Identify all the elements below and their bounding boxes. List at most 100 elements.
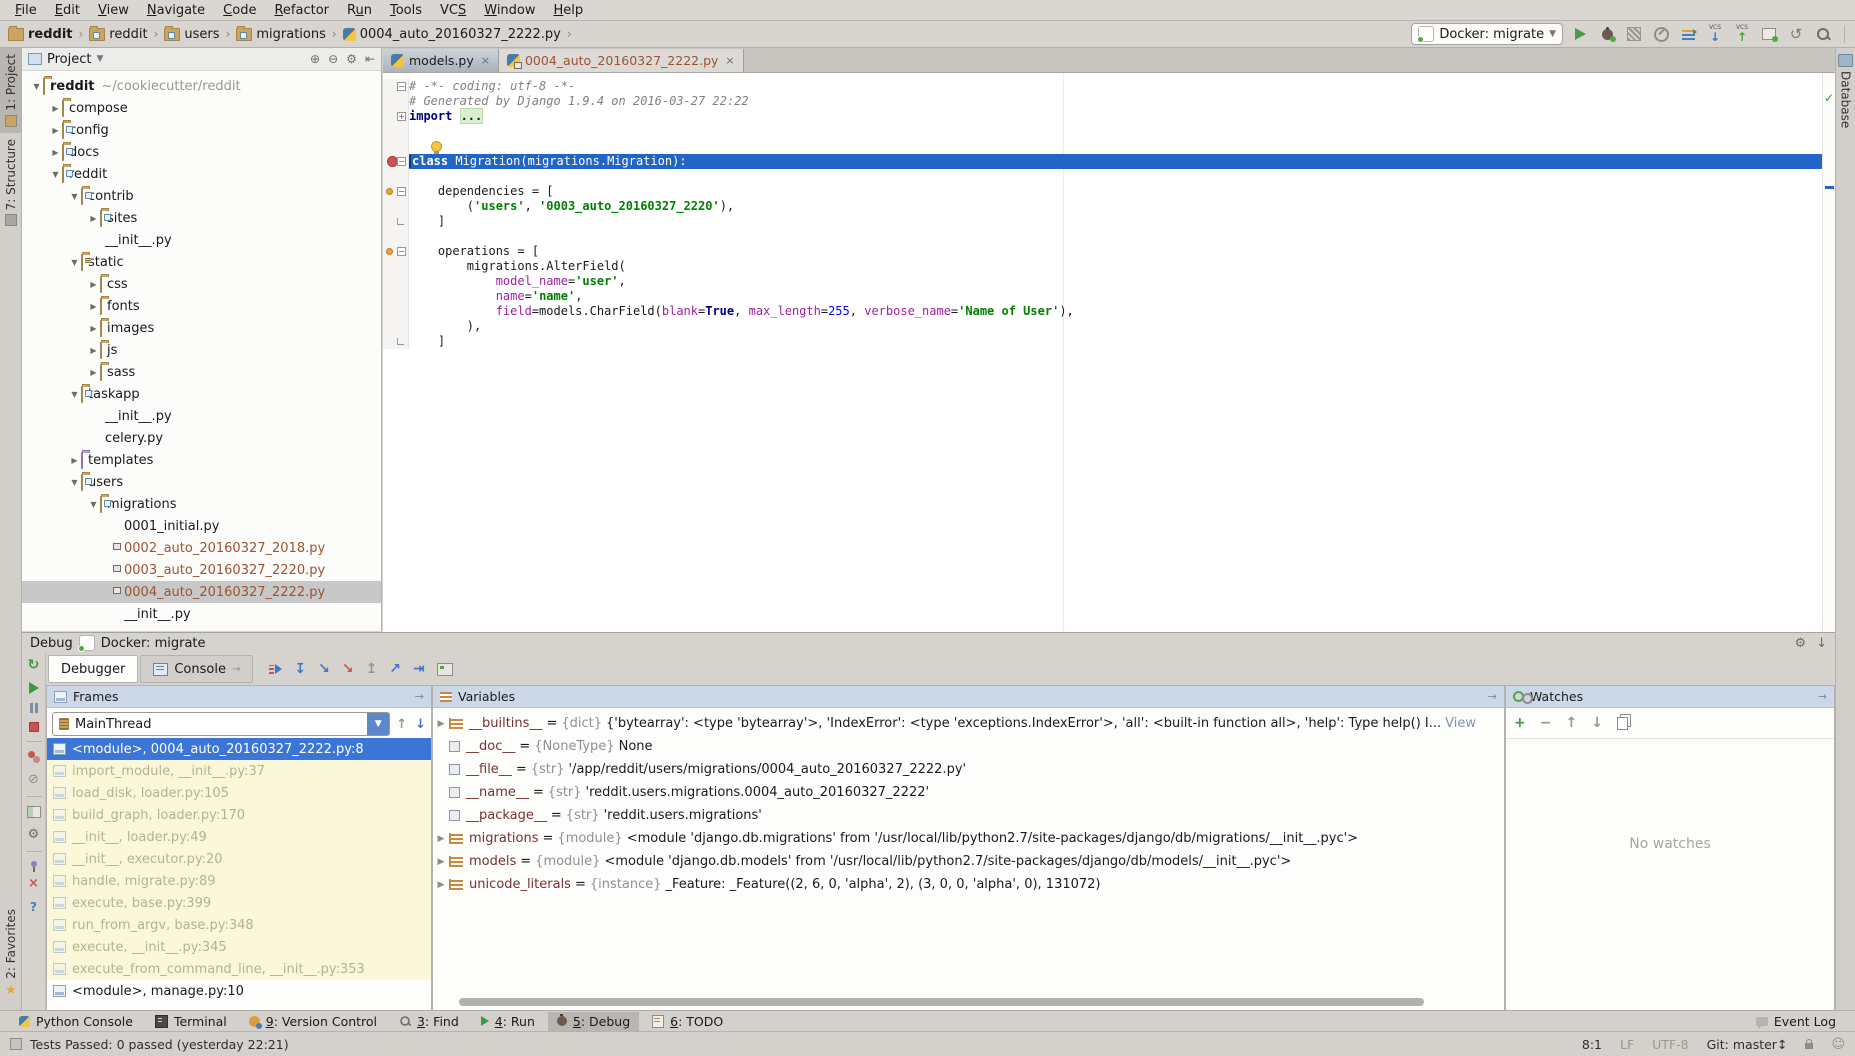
vcs-branch[interactable]: Git: master↕ xyxy=(1707,1037,1788,1052)
tree-item-celery-py[interactable]: celery.py xyxy=(22,427,381,449)
chevron-collapsed-icon[interactable]: ▶ xyxy=(433,880,449,890)
intention-bulb-icon[interactable] xyxy=(431,141,442,152)
menu-item-run[interactable]: Run xyxy=(338,2,381,19)
variable-row[interactable]: ▶__builtins__={dict}{'bytearray': <type … xyxy=(433,712,1504,735)
coverage-icon[interactable] xyxy=(1624,24,1644,44)
chevron-collapsed-icon[interactable]: ▶ xyxy=(49,148,62,157)
hide-panel-icon[interactable]: ↓ xyxy=(1816,636,1827,651)
frame-row[interactable]: load_disk, loader.py:105 xyxy=(47,782,431,804)
code-line[interactable]: model_name='user', xyxy=(383,274,1823,289)
float-panel-icon[interactable]: → xyxy=(1818,690,1827,703)
tree-item-reddit[interactable]: ▼reddit xyxy=(22,163,381,185)
line-ending[interactable]: LF xyxy=(1620,1037,1634,1052)
view-breakpoints-icon[interactable] xyxy=(28,751,40,763)
toolwindow-button-python-console[interactable]: Python Console xyxy=(10,1012,142,1031)
caret-position[interactable]: 8:1 xyxy=(1582,1037,1602,1052)
variable-row[interactable]: __name__={str}'reddit.users.migrations.0… xyxy=(433,781,1504,804)
sidebar-tab-7-structure[interactable]: 7: Structure xyxy=(0,133,21,232)
profiler-icon[interactable] xyxy=(1651,24,1671,44)
toolwindow-button-3-find[interactable]: 3: Find xyxy=(390,1012,468,1031)
chevron-collapsed-icon[interactable]: ▶ xyxy=(87,346,100,355)
breadcrumb-item[interactable]: reddit xyxy=(87,27,149,42)
chevron-expanded-icon[interactable]: ▼ xyxy=(68,390,81,399)
code-line[interactable]: field=models.CharField(blank=True, max_l… xyxy=(383,304,1823,319)
fold-marker-icon[interactable]: − xyxy=(397,187,406,196)
tree-item-templates[interactable]: ▶templates xyxy=(22,449,381,471)
breadcrumb-item[interactable]: users xyxy=(162,27,221,42)
menu-item-file[interactable]: File xyxy=(6,2,46,19)
frame-row[interactable]: execute, __init__.py:345 xyxy=(47,936,431,958)
debug-icon[interactable] xyxy=(1597,24,1617,44)
search-icon[interactable] xyxy=(1813,24,1833,44)
fold-marker-icon[interactable]: + xyxy=(397,112,406,121)
variable-row[interactable]: ▶unicode_literals={instance}_Feature: _F… xyxy=(433,873,1504,896)
chevron-collapsed-icon[interactable]: ▶ xyxy=(433,834,449,844)
menu-item-refactor[interactable]: Refactor xyxy=(265,2,338,19)
restore-layout-icon[interactable] xyxy=(27,806,41,818)
tree-item-fonts[interactable]: ▶fonts xyxy=(22,295,381,317)
code-line[interactable]: ] xyxy=(383,214,1823,229)
frame-row[interactable]: execute_from_command_line, __init__.py:3… xyxy=(47,958,431,980)
resume-icon[interactable] xyxy=(29,682,39,694)
code-line[interactable] xyxy=(383,169,1823,184)
toolwindow-button-4-run[interactable]: 4: Run xyxy=(472,1012,544,1031)
tree-item-sass[interactable]: ▶sass xyxy=(22,361,381,383)
tree-item-0002_auto_20160327_2018-py[interactable]: 0002_auto_20160327_2018.py xyxy=(22,537,381,559)
variable-row[interactable]: __doc__={NoneType}None xyxy=(433,735,1504,758)
chevron-collapsed-icon[interactable]: ▶ xyxy=(433,857,449,867)
settings-icon[interactable]: ⚙ xyxy=(1794,636,1806,651)
frame-row[interactable]: build_graph, loader.py:170 xyxy=(47,804,431,826)
editor-content[interactable]: −# -*- coding: utf-8 -*-# Generated by D… xyxy=(383,73,1835,632)
pause-icon[interactable] xyxy=(30,703,38,713)
tree-item-0003_auto_20160327_2220-py[interactable]: 0003_auto_20160327_2220.py xyxy=(22,559,381,581)
thread-dump-icon[interactable] xyxy=(1678,24,1698,44)
debug-tab-debugger[interactable]: Debugger xyxy=(48,655,138,683)
move-down-icon[interactable]: ↓ xyxy=(1591,715,1603,731)
settings-icon[interactable]: ⚙ xyxy=(346,52,357,66)
collapse-all-icon[interactable]: ⊖ xyxy=(328,52,338,66)
debug-tab-console[interactable]: Console→ xyxy=(140,655,253,683)
chevron-down-icon[interactable]: ▼ xyxy=(96,54,103,64)
close-icon[interactable]: × xyxy=(725,54,734,67)
code-line[interactable] xyxy=(383,124,1823,139)
tree-item-reddit[interactable]: ▼reddit~/cookiecutter/reddit xyxy=(22,75,381,97)
variable-row[interactable]: ▶migrations={module}<module 'django.db.m… xyxy=(433,827,1504,850)
tree-item-css[interactable]: ▶css xyxy=(22,273,381,295)
float-panel-icon[interactable]: → xyxy=(415,690,424,703)
mute-breakpoints-icon[interactable]: ⊘ xyxy=(28,772,39,787)
tree-item-compose[interactable]: ▶compose xyxy=(22,97,381,119)
tree-item-static[interactable]: ▼static xyxy=(22,251,381,273)
add-watch-icon[interactable]: + xyxy=(1514,715,1526,731)
chevron-collapsed-icon[interactable]: ▶ xyxy=(87,214,100,223)
evaluate-expression-icon[interactable] xyxy=(437,663,453,676)
tree-item-migrations[interactable]: ▼migrations xyxy=(22,493,381,515)
toolwindow-button-6-todo[interactable]: 6: TODO xyxy=(643,1012,732,1031)
remove-watch-icon[interactable]: − xyxy=(1540,715,1552,731)
pin-icon[interactable] xyxy=(31,861,37,867)
step-out-icon[interactable]: ↥ xyxy=(366,661,378,677)
frame-row[interactable]: import_module, __init__.py:37 xyxy=(47,760,431,782)
duplicate-icon[interactable] xyxy=(1617,717,1628,730)
tree-item-js[interactable]: ▶js xyxy=(22,339,381,361)
toolwindow-button-5-debug[interactable]: 5: Debug xyxy=(548,1012,639,1031)
status-message[interactable]: Tests Passed: 0 passed (yesterday 22:21) xyxy=(30,1037,289,1052)
tree-item-__init__-py[interactable]: __init__.py xyxy=(22,405,381,427)
vcs-update-icon[interactable]: VCS↓ xyxy=(1705,24,1725,44)
changes-icon[interactable] xyxy=(1759,24,1779,44)
chevron-expanded-icon[interactable]: ▼ xyxy=(68,258,81,267)
lock-icon[interactable] xyxy=(1805,1043,1813,1049)
step-over-icon[interactable]: ↧ xyxy=(294,661,306,677)
variable-row[interactable]: __file__={str}'/app/reddit/users/migrati… xyxy=(433,758,1504,781)
sidebar-tab-database[interactable]: Database xyxy=(1836,48,1855,134)
frame-row[interactable]: __init__, loader.py:49 xyxy=(47,826,431,848)
code-line[interactable]: migrations.AlterField( xyxy=(383,259,1823,274)
run-config-select[interactable]: Docker: migrate ▼ xyxy=(1411,23,1563,45)
fold-marker-icon[interactable]: − xyxy=(397,157,406,166)
fold-end-icon[interactable] xyxy=(397,338,404,345)
menu-item-code[interactable]: Code xyxy=(214,2,265,19)
tree-item-images[interactable]: ▶images xyxy=(22,317,381,339)
code-line[interactable]: ('users', '0003_auto_20160327_2220'), xyxy=(383,199,1823,214)
fold-end-icon[interactable] xyxy=(397,218,404,225)
code-line[interactable]: # Generated by Django 1.9.4 on 2016-03-2… xyxy=(383,94,1823,109)
code-line[interactable]: +import ... xyxy=(383,109,1823,124)
